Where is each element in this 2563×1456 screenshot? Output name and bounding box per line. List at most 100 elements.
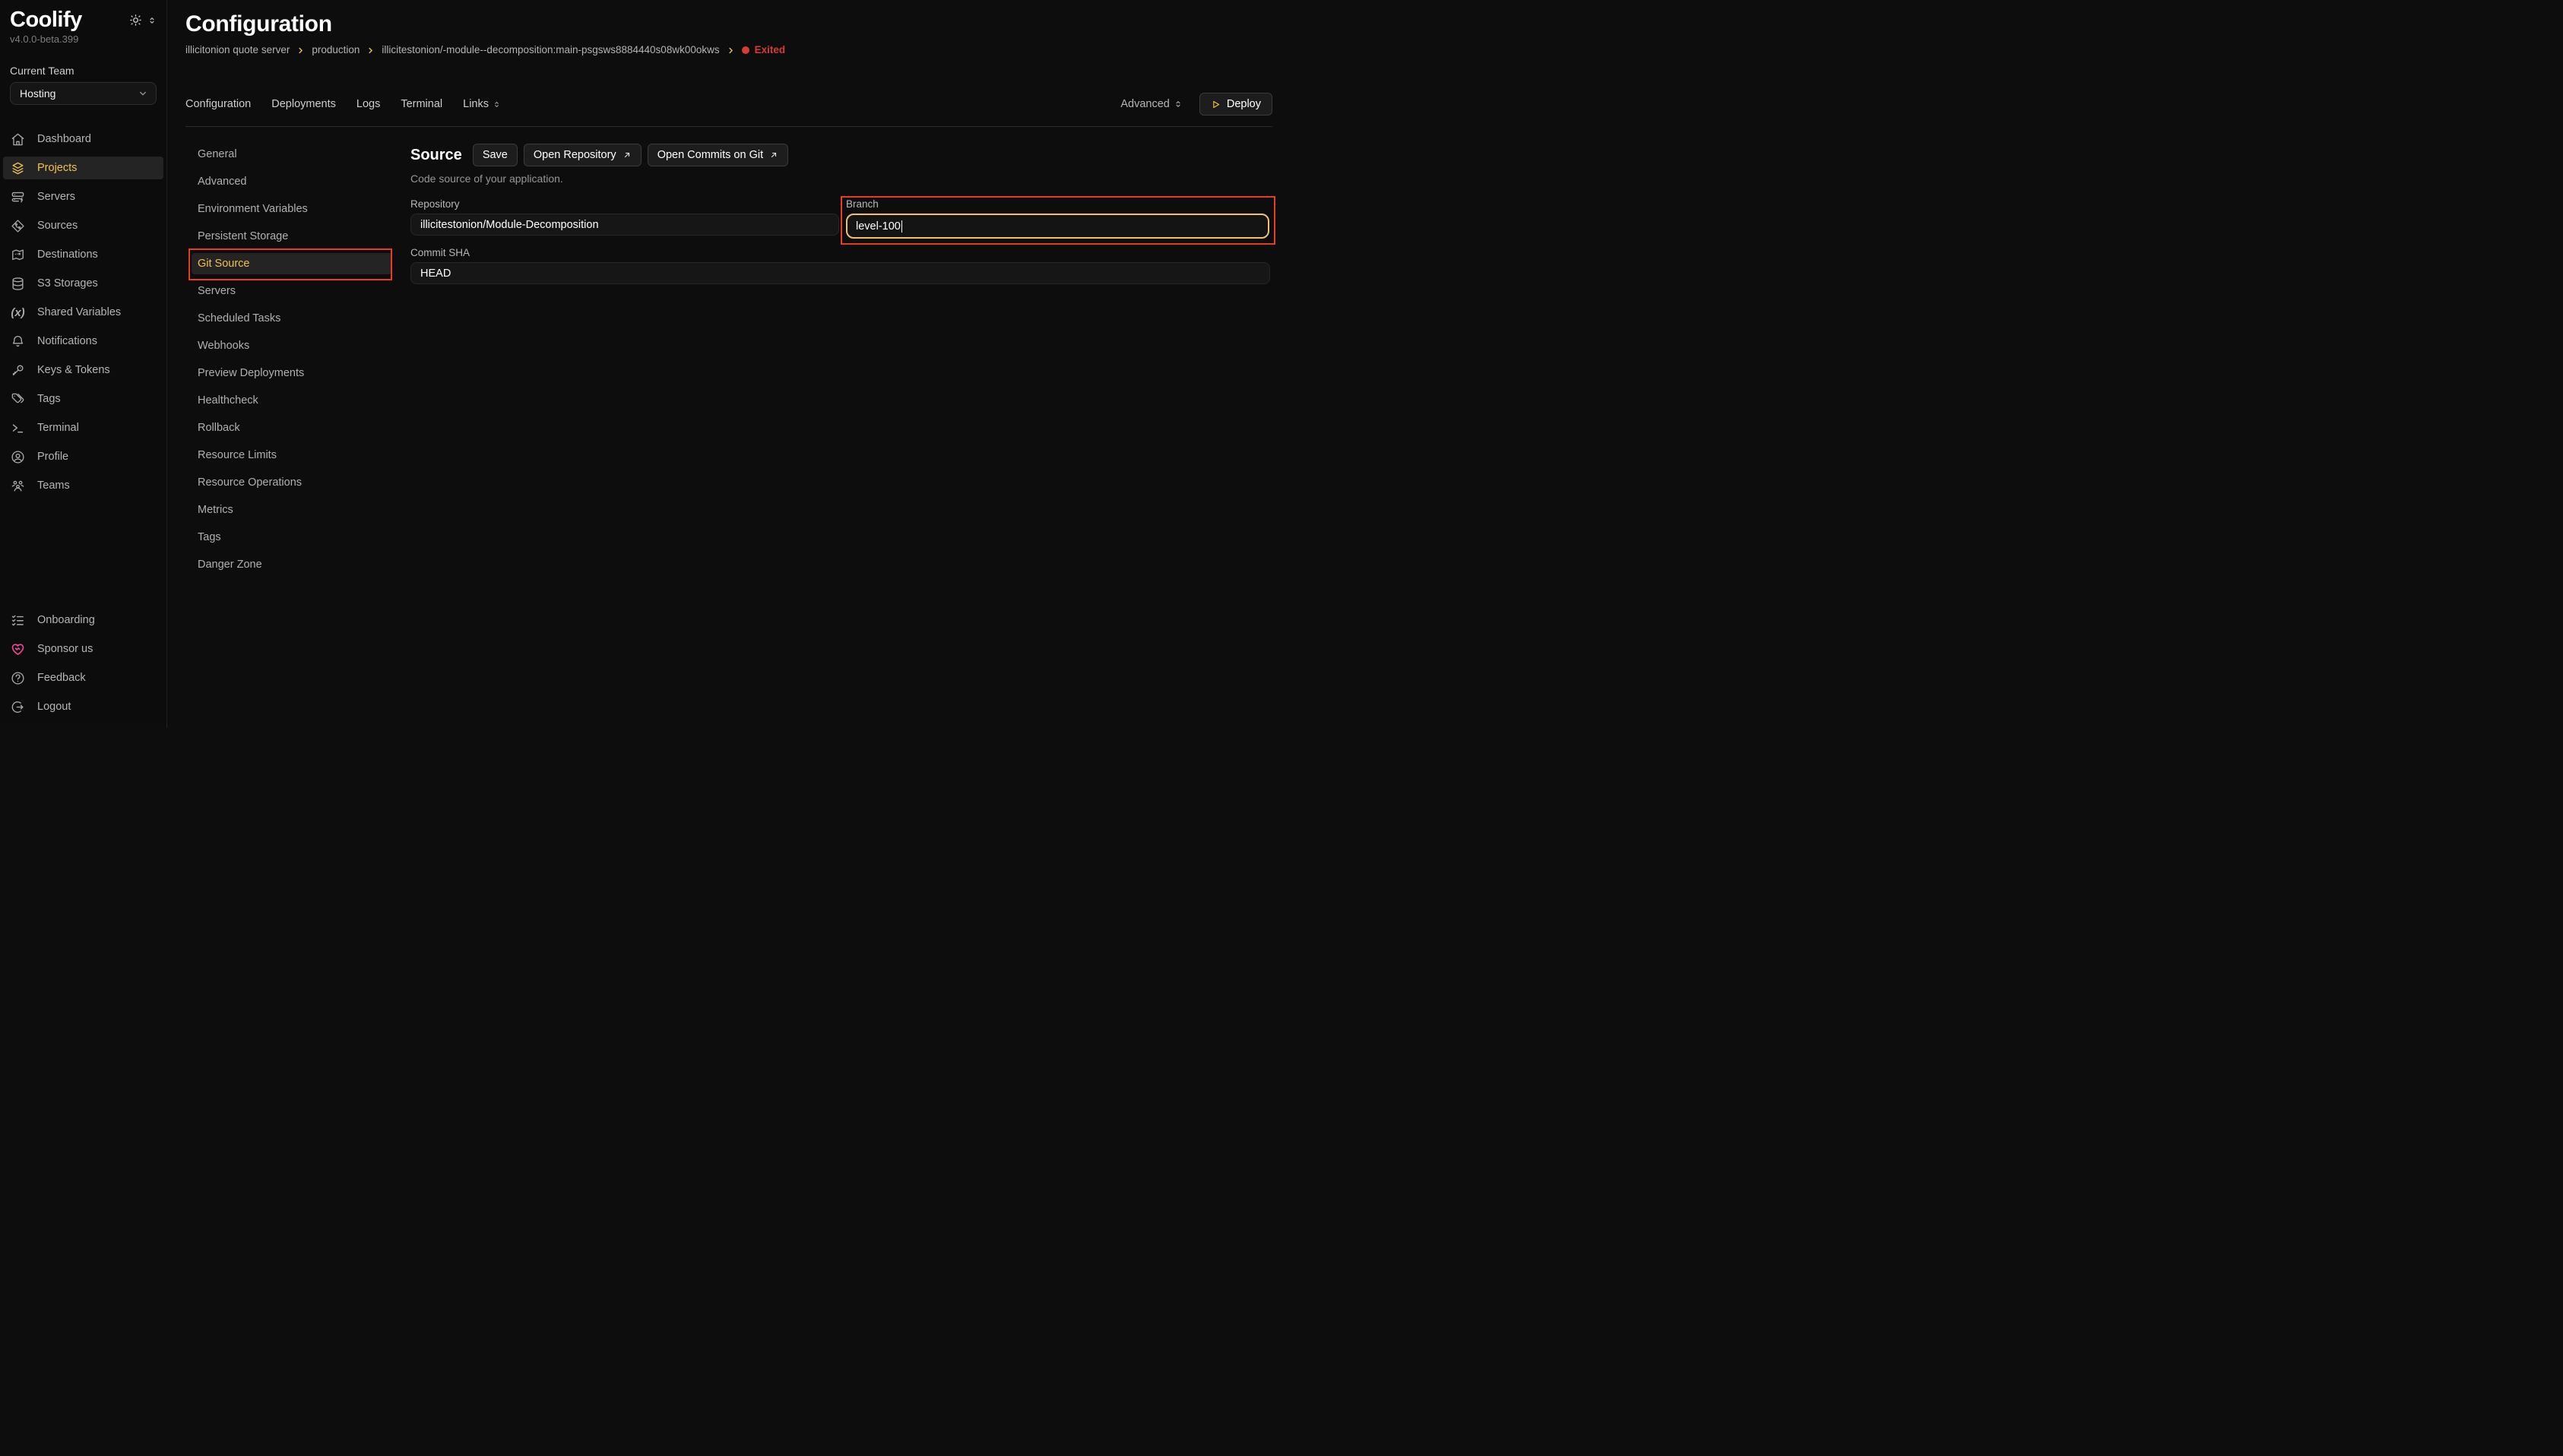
subnav-item-servers[interactable]: Servers <box>192 280 392 302</box>
tab-bar: Configuration Deployments Logs Terminal … <box>185 93 1272 116</box>
subnav-item-persistent-storage[interactable]: Persistent Storage <box>192 226 392 247</box>
sidebar-footer: Onboarding Sponsor us Feedback Logout <box>0 609 166 718</box>
subnav-item-rollback[interactable]: Rollback <box>192 417 392 438</box>
sidebar-item-logout[interactable]: Logout <box>3 695 163 718</box>
users-icon <box>11 479 25 493</box>
subnav-item-preview-deployments[interactable]: Preview Deployments <box>192 362 392 384</box>
subnav-item-advanced[interactable]: Advanced <box>192 171 392 192</box>
tab-configuration[interactable]: Configuration <box>185 98 251 110</box>
repository-label: Repository <box>410 198 839 210</box>
chevrons-up-down-icon <box>493 100 501 109</box>
repository-input[interactable]: illicitestonion/Module-Decomposition <box>410 214 839 236</box>
source-description: Code source of your application. <box>410 171 1272 186</box>
header-divider <box>185 126 1272 127</box>
open-repository-button[interactable]: Open Repository <box>524 144 642 166</box>
sidebar-item-feedback[interactable]: Feedback <box>3 666 163 689</box>
sidebar-item-label: Dashboard <box>37 133 91 145</box>
branch-input-value: level-100 <box>856 220 901 233</box>
help-circle-icon <box>11 671 25 685</box>
subnav-item-resource-limits[interactable]: Resource Limits <box>192 445 392 466</box>
status-label: Exited <box>755 43 786 58</box>
sidebar-item-label: Tags <box>37 393 61 405</box>
open-commits-button[interactable]: Open Commits on Git <box>648 144 788 166</box>
play-icon <box>1211 100 1221 109</box>
theme-toggle-sun-icon[interactable] <box>129 14 142 27</box>
config-subnav: General Advanced Environment Variables P… <box>192 144 392 575</box>
chevron-right-icon <box>296 46 305 55</box>
external-link-icon <box>623 150 632 160</box>
subnav-item-git-source[interactable]: Git Source <box>192 253 392 274</box>
commit-sha-input[interactable]: HEAD <box>410 262 1270 284</box>
save-button[interactable]: Save <box>473 144 518 166</box>
page-title: Configuration <box>185 11 1272 38</box>
main-content: Configuration illicitonion quote server … <box>167 0 1282 728</box>
logout-icon <box>11 700 25 714</box>
breadcrumb-application[interactable]: illicitestonion/-module--decomposition:m… <box>382 43 719 58</box>
branch-input[interactable]: level-100 <box>846 214 1269 239</box>
sidebar-item-tags[interactable]: Tags <box>3 388 163 410</box>
sidebar-item-dashboard[interactable]: Dashboard <box>3 128 163 150</box>
sidebar-item-label: Notifications <box>37 335 97 347</box>
deploy-button-label: Deploy <box>1227 98 1261 110</box>
external-link-icon <box>769 150 778 160</box>
sidebar-item-onboarding[interactable]: Onboarding <box>3 609 163 631</box>
layers-icon <box>11 161 25 176</box>
subnav-item-general[interactable]: General <box>192 144 392 165</box>
subnav-item-resource-operations[interactable]: Resource Operations <box>192 472 392 493</box>
sidebar-item-label: Shared Variables <box>37 306 121 318</box>
sidebar-item-label: Onboarding <box>37 614 95 626</box>
checklist-icon <box>11 613 25 628</box>
sidebar-item-shared-variables[interactable]: (x) Shared Variables <box>3 301 163 324</box>
subnav-item-scheduled-tasks[interactable]: Scheduled Tasks <box>192 308 392 329</box>
sidebar-item-label: Logout <box>37 701 71 713</box>
chevron-right-icon <box>366 46 375 55</box>
tab-terminal[interactable]: Terminal <box>401 98 442 110</box>
home-icon <box>11 132 25 147</box>
database-icon <box>11 277 25 291</box>
breadcrumb-project[interactable]: illicitonion quote server <box>185 43 290 58</box>
sidebar-item-notifications[interactable]: Notifications <box>3 330 163 353</box>
chevrons-up-down-icon[interactable] <box>147 16 157 25</box>
team-select[interactable]: Hosting <box>10 82 157 105</box>
subnav-item-environment-variables[interactable]: Environment Variables <box>192 198 392 220</box>
sidebar-item-sponsor-us[interactable]: Sponsor us <box>3 638 163 660</box>
sidebar-item-servers[interactable]: Servers <box>3 185 163 208</box>
sidebar: Coolify v4.0.0-beta.399 Current Team Hos… <box>0 0 167 728</box>
branch-label: Branch <box>846 198 1269 210</box>
tags-icon <box>11 392 25 407</box>
team-select-value: Hosting <box>20 87 55 100</box>
subnav-item-webhooks[interactable]: Webhooks <box>192 335 392 356</box>
subnav-item-metrics[interactable]: Metrics <box>192 499 392 521</box>
subnav-item-danger-zone[interactable]: Danger Zone <box>192 554 392 575</box>
advanced-menu[interactable]: Advanced <box>1120 98 1183 110</box>
map-icon <box>11 248 25 262</box>
sidebar-item-keys-tokens[interactable]: Keys & Tokens <box>3 359 163 381</box>
variable-icon: (x) <box>11 306 25 319</box>
chevron-right-icon <box>727 46 735 55</box>
subnav-item-healthcheck[interactable]: Healthcheck <box>192 390 392 411</box>
sidebar-item-sources[interactable]: Sources <box>3 214 163 237</box>
advanced-label: Advanced <box>1120 98 1170 110</box>
sidebar-item-label: Projects <box>37 162 77 174</box>
breadcrumb: illicitonion quote server production ill… <box>185 43 1272 58</box>
bell-icon <box>11 334 25 349</box>
source-heading: Source <box>410 147 462 164</box>
sidebar-item-terminal[interactable]: Terminal <box>3 416 163 439</box>
sidebar-item-projects[interactable]: Projects <box>3 157 163 179</box>
breadcrumb-environment[interactable]: production <box>312 43 360 58</box>
sidebar-item-destinations[interactable]: Destinations <box>3 243 163 266</box>
sidebar-item-teams[interactable]: Teams <box>3 474 163 497</box>
sidebar-item-label: Terminal <box>37 422 79 434</box>
tab-deployments[interactable]: Deployments <box>271 98 336 110</box>
current-team-label: Current Team <box>0 45 166 77</box>
tab-logs[interactable]: Logs <box>356 98 380 110</box>
sidebar-item-s3-storages[interactable]: S3 Storages <box>3 272 163 295</box>
sidebar-item-profile[interactable]: Profile <box>3 445 163 468</box>
app-logo[interactable]: Coolify <box>10 8 82 32</box>
server-icon <box>11 190 25 204</box>
app-version: v4.0.0-beta.399 <box>0 32 166 45</box>
tab-links[interactable]: Links <box>463 98 501 110</box>
chevron-down-icon <box>138 88 148 99</box>
deploy-button[interactable]: Deploy <box>1199 93 1272 116</box>
subnav-item-tags[interactable]: Tags <box>192 527 392 548</box>
